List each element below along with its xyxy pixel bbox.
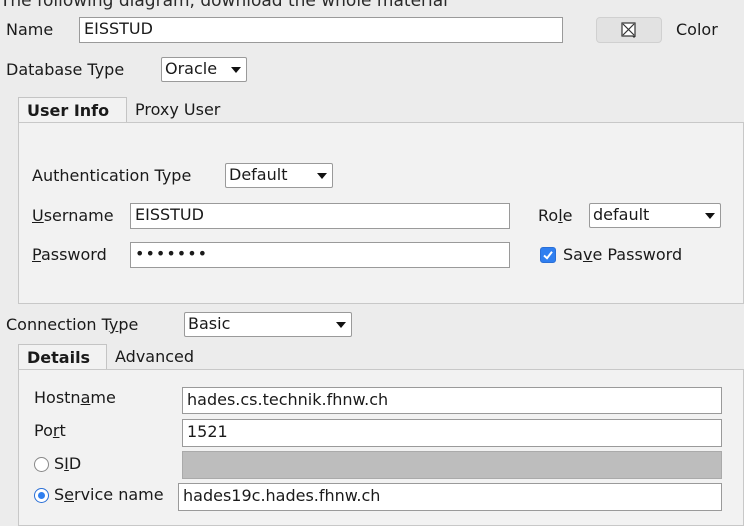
role-value: default [593,205,650,224]
user-tabs: User Info Proxy User [18,97,318,123]
database-type-select[interactable]: Oracle [161,57,247,82]
hostname-input[interactable]: hades.cs.technik.fhnw.ch [182,387,722,414]
service-name-radio[interactable] [34,488,49,503]
chevron-down-icon [317,173,327,179]
color-swatch-icon [621,22,637,42]
sid-label: SID [54,454,82,473]
tab-advanced[interactable]: Advanced [107,344,202,370]
password-input[interactable]: ••••••• [130,242,510,268]
color-picker-button[interactable] [596,17,662,43]
sid-input [182,451,722,479]
authentication-type-label: Authentication Type [32,166,192,185]
service-name-label: Service name [54,485,164,504]
connection-type-value: Basic [188,314,231,333]
clipped-header-text: The following diagram, download the whol… [0,0,448,11]
sid-radio[interactable] [34,457,49,472]
checkmark-icon [543,251,553,260]
connection-type-label: Connection Type [6,315,139,334]
service-name-input[interactable]: hades19c.hades.fhnw.ch [178,483,722,511]
port-label: Port [34,421,66,440]
tab-user-info[interactable]: User Info [18,97,127,123]
tab-proxy-user[interactable]: Proxy User [127,97,228,123]
password-label: Password [32,245,107,264]
name-input[interactable]: EISSTUD [79,17,563,43]
save-password-label: Save Password [563,245,683,264]
role-label: Role [538,206,573,225]
authentication-type-value: Default [229,165,288,184]
chevron-down-icon [231,67,241,73]
chevron-down-icon [705,213,715,219]
role-select[interactable]: default [589,203,721,228]
database-type-label: Database Type [6,60,125,79]
chevron-down-icon [336,322,346,328]
connection-tabs: Details Advanced [18,344,318,370]
color-label: Color [676,20,718,39]
tab-details[interactable]: Details [18,344,107,370]
authentication-type-select[interactable]: Default [225,163,333,188]
hostname-label: Hostname [34,388,116,407]
name-label: Name [6,20,54,39]
connection-type-select[interactable]: Basic [184,312,352,337]
username-input[interactable]: EISSTUD [130,203,510,229]
database-type-value: Oracle [165,59,218,78]
save-password-checkbox[interactable] [540,247,556,263]
port-input[interactable]: 1521 [182,419,722,447]
username-label: Username [32,206,114,225]
